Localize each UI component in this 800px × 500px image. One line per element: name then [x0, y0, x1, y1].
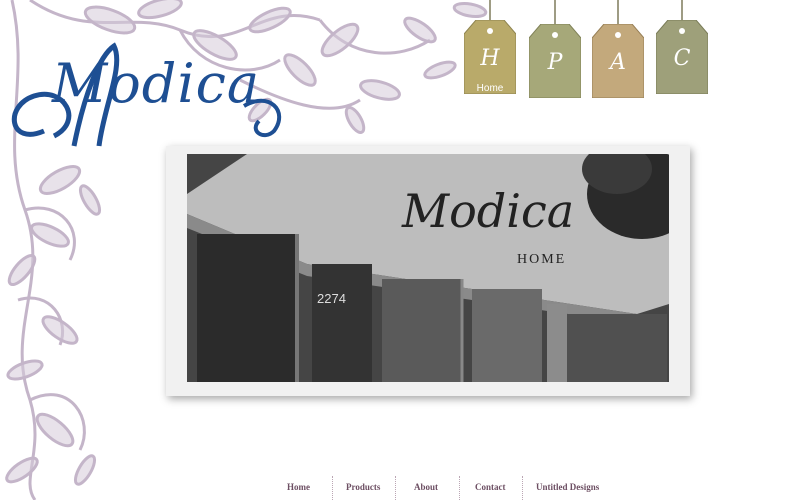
sign-subtext: HOME	[517, 252, 567, 267]
nav-link-untitled-designs[interactable]: Untitled Designs	[536, 482, 599, 492]
storefront-photo: Modica HOME 2274	[187, 154, 669, 382]
nav-divider	[522, 476, 523, 500]
nav-link-contact[interactable]: Contact	[475, 482, 506, 492]
sign-text: Modica	[402, 184, 575, 238]
nav-link-products[interactable]: Products	[346, 482, 380, 492]
tag-home[interactable]: H Home	[463, 19, 517, 95]
nav-link-home[interactable]: Home	[287, 482, 310, 492]
nav-divider	[395, 476, 396, 500]
tag-caption: Home	[476, 83, 504, 94]
photo-frame: Modica HOME 2274	[166, 146, 690, 396]
footer-nav: Home Products About Contact Untitled Des…	[270, 476, 630, 500]
logo[interactable]: Modica	[52, 52, 260, 115]
tag-products[interactable]: P	[528, 23, 582, 99]
nav-divider	[332, 476, 333, 500]
tag-letter: P	[547, 50, 563, 75]
address-number: 2274	[317, 291, 346, 306]
tag-contact[interactable]: C	[655, 19, 709, 95]
tag-letter: C	[673, 46, 691, 71]
tag-about[interactable]: A	[591, 23, 645, 99]
nav-divider	[459, 476, 460, 500]
tag-letter: H	[480, 46, 500, 71]
tag-letter: A	[610, 50, 626, 75]
nav-link-about[interactable]: About	[414, 482, 438, 492]
